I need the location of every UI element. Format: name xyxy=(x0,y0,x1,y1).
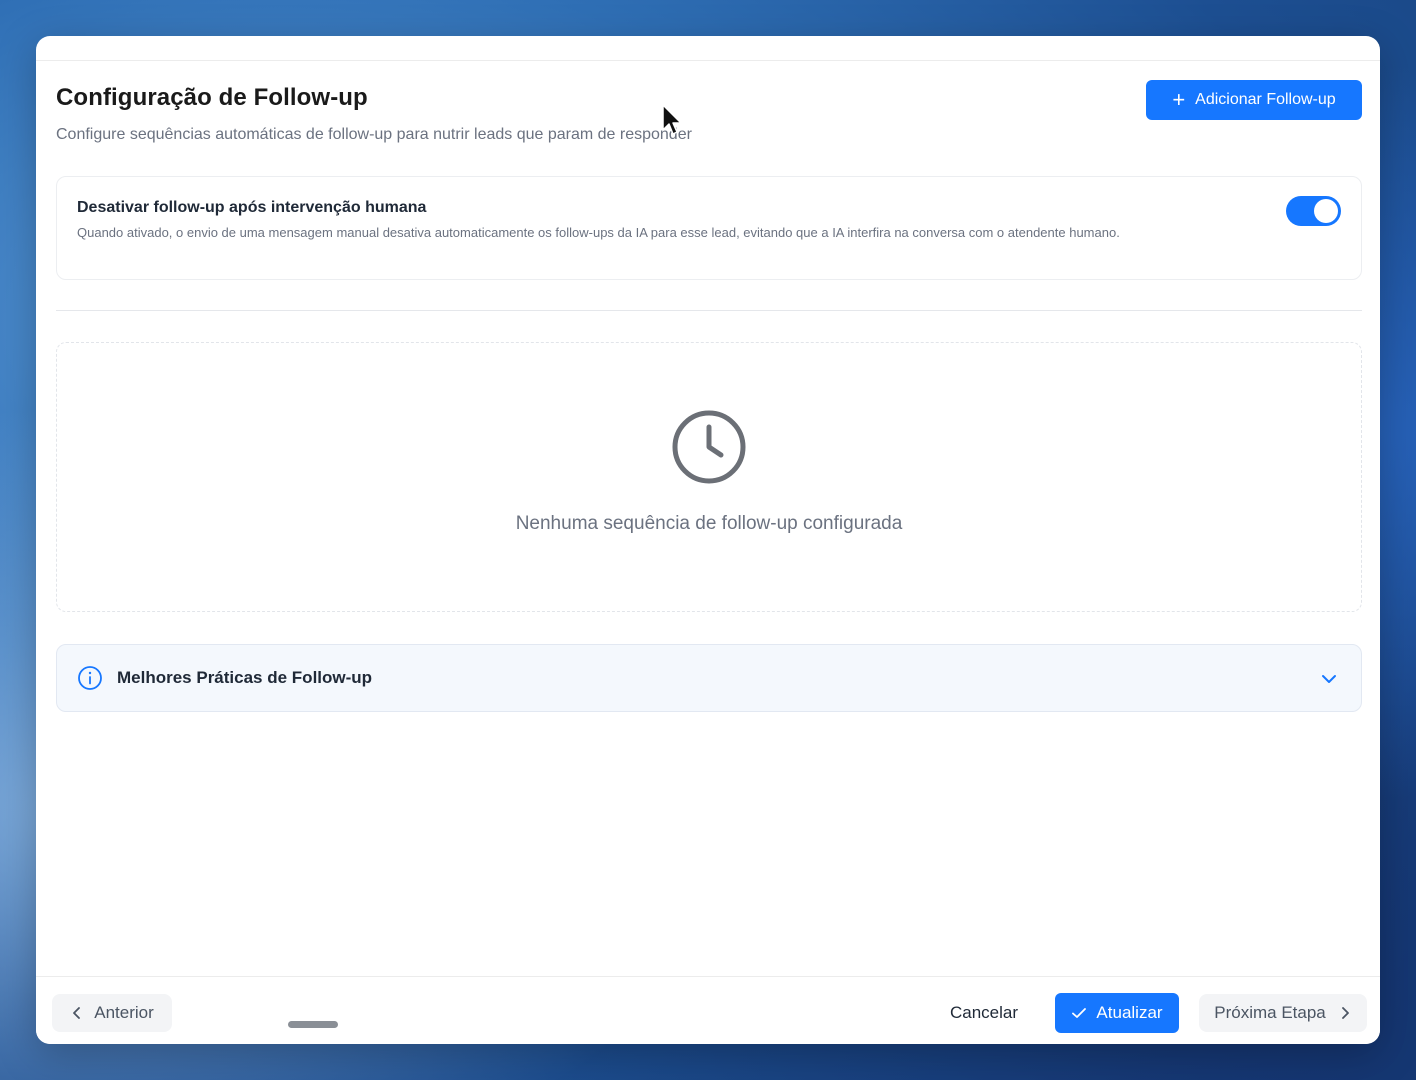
update-label: Atualizar xyxy=(1096,1003,1163,1022)
modal-footer: Anterior Cancelar Atualizar Próxima Etap… xyxy=(36,976,1380,1044)
add-follow-up-button[interactable]: + Adicionar Follow-up xyxy=(1146,80,1362,120)
chevron-right-icon xyxy=(1341,1007,1349,1019)
follow-up-config-modal: Configuração de Follow-up Configure sequ… xyxy=(36,36,1380,1044)
previous-label: Anterior xyxy=(94,1003,154,1022)
add-follow-up-label: Adicionar Follow-up xyxy=(1195,91,1336,108)
drag-handle[interactable] xyxy=(288,1021,338,1028)
human-intervention-toggle[interactable] xyxy=(1286,196,1341,226)
info-icon xyxy=(78,666,102,690)
next-step-label: Próxima Etapa xyxy=(1214,1003,1326,1022)
top-divider xyxy=(36,60,1380,61)
empty-state-text: Nenhuma sequência de follow-up configura… xyxy=(515,513,903,534)
previous-button[interactable]: Anterior xyxy=(52,994,172,1032)
page-subtitle: Configure sequências automáticas de foll… xyxy=(56,126,692,143)
empty-state: Nenhuma sequência de follow-up configura… xyxy=(56,342,1362,612)
plus-icon: + xyxy=(1172,87,1186,112)
chevron-down-icon[interactable] xyxy=(1319,669,1339,689)
toggle-knob xyxy=(1314,199,1338,223)
cancel-button[interactable]: Cancelar xyxy=(936,994,1032,1032)
human-intervention-card: Desativar follow-up após intervenção hum… xyxy=(56,176,1362,280)
mouse-cursor-icon xyxy=(662,104,682,135)
chevron-left-icon xyxy=(73,1007,81,1019)
check-icon xyxy=(1072,1008,1087,1018)
update-button[interactable]: Atualizar xyxy=(1055,993,1179,1033)
best-practices-accordion[interactable]: Melhores Práticas de Follow-up xyxy=(56,644,1362,712)
section-divider xyxy=(56,310,1362,311)
best-practices-title: Melhores Práticas de Follow-up xyxy=(117,668,373,687)
human-intervention-description: Quando ativado, o envio de uma mensagem … xyxy=(77,225,1120,240)
human-intervention-title: Desativar follow-up após intervenção hum… xyxy=(77,199,427,216)
next-step-button[interactable]: Próxima Etapa xyxy=(1199,994,1367,1032)
clock-icon xyxy=(672,410,746,484)
